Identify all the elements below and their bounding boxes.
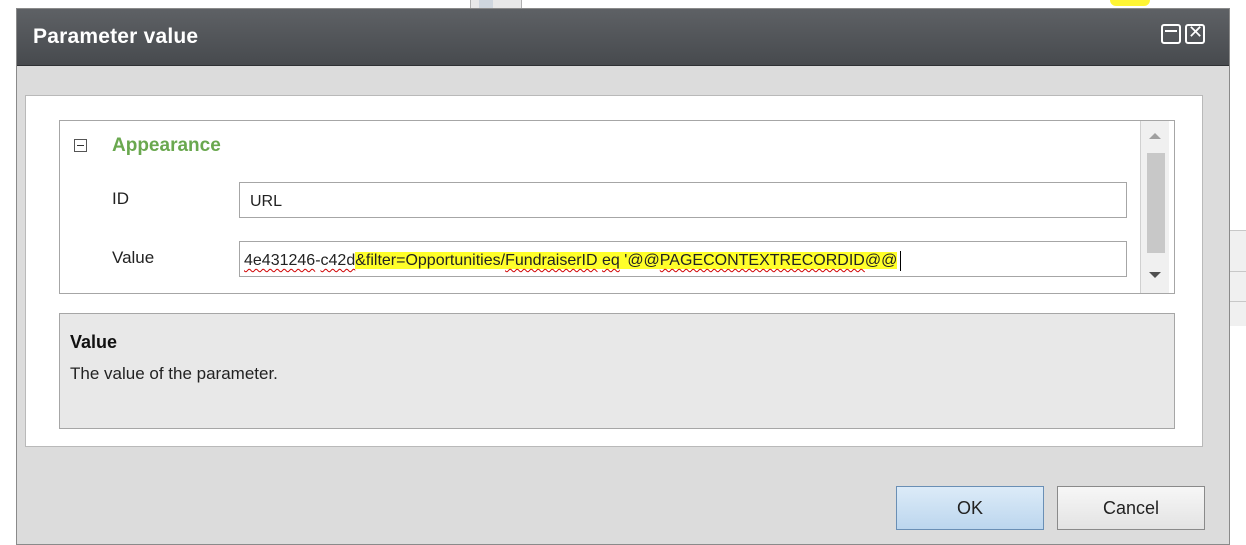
dialog-titlebar[interactable]: Parameter value ✕ <box>17 9 1229 66</box>
value-text-part: FundraiserID <box>505 252 598 270</box>
maximize-icon[interactable] <box>1161 24 1181 44</box>
highlighted-text: &filter=Opportunities/FundraiserID eq '@… <box>355 252 898 270</box>
scroll-up-icon[interactable] <box>1149 133 1161 139</box>
description-panel: Value The value of the parameter. <box>59 313 1175 429</box>
id-field[interactable]: URL <box>239 182 1127 218</box>
background-highlight <box>1110 0 1150 6</box>
scroll-down-icon[interactable] <box>1149 272 1161 278</box>
scrollbar-thumb[interactable] <box>1147 153 1165 253</box>
value-text-part: &filter=Opportunities/ <box>355 252 506 270</box>
value-field[interactable]: 4e431246-c42d&filter=Opportunities/Fundr… <box>239 241 1127 277</box>
value-text-part: eq <box>602 252 620 270</box>
property-label-id: ID <box>112 189 129 208</box>
parameter-value-dialog: Parameter value ✕ Appearance ID URL Valu… <box>16 8 1230 545</box>
property-grid: Appearance ID URL Value 4e431246-c42d&fi… <box>59 120 1175 294</box>
ok-button[interactable]: OK <box>896 486 1044 530</box>
property-label-value: Value <box>112 248 155 267</box>
value-text-part: @@ <box>864 252 898 270</box>
dialog-title: Parameter value <box>33 25 199 48</box>
value-text-part: PAGECONTEXTRECORDID <box>659 252 865 270</box>
value-text-part: 4e431246 <box>244 252 316 270</box>
collapse-icon[interactable] <box>74 139 87 152</box>
value-text-part: '@@ <box>619 252 660 270</box>
value-text-part: c42d <box>320 252 356 270</box>
description-text: The value of the parameter. <box>70 364 278 383</box>
background-grid-edge <box>1230 230 1246 326</box>
property-grid-scrollbar[interactable] <box>1140 121 1169 293</box>
close-icon[interactable]: ✕ <box>1185 22 1205 44</box>
text-caret <box>900 251 902 271</box>
cancel-button[interactable]: Cancel <box>1057 486 1205 530</box>
background-panel <box>470 0 522 8</box>
description-title: Value <box>70 332 118 352</box>
section-title: Appearance <box>112 135 221 156</box>
